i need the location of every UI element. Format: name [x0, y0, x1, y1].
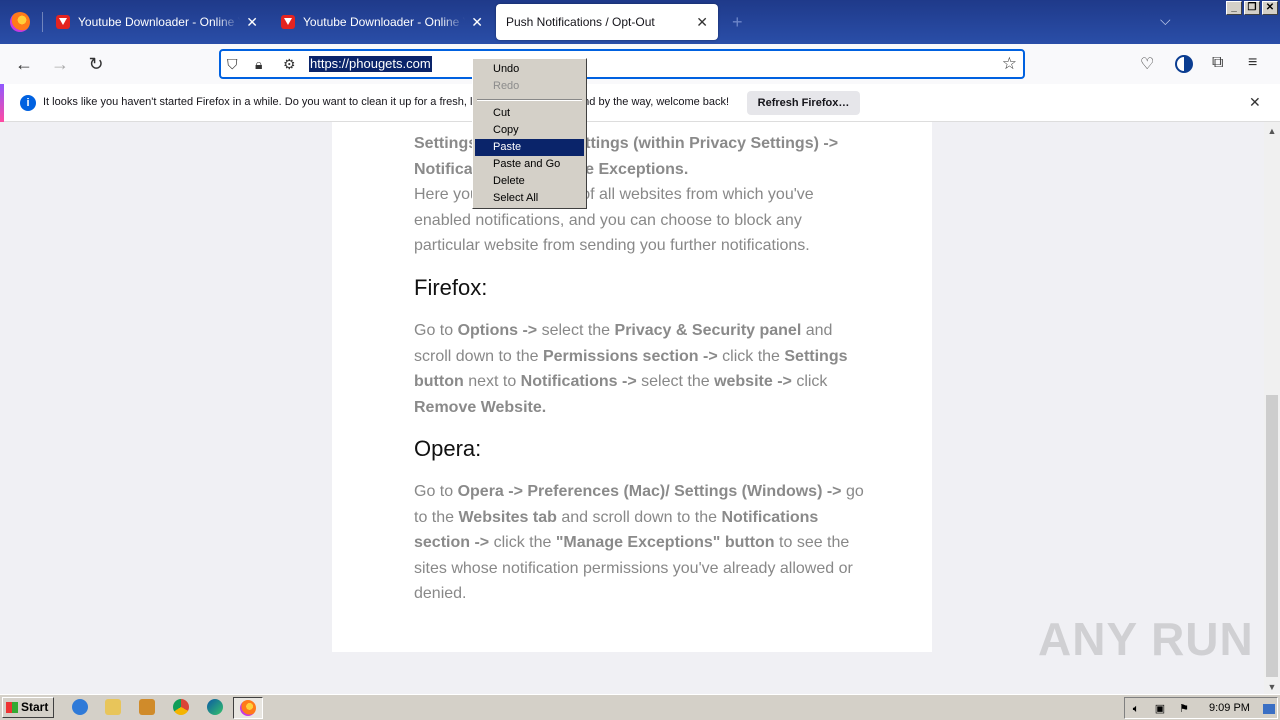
navigation-toolbar: ← → ↻ ⛉ 🔒︎ ⚙ https://phougets.com ☆ ♡ ⧉ … [0, 44, 1280, 84]
menu-item-paste[interactable]: Paste [475, 139, 584, 156]
menu-item-redo[interactable]: Redo [475, 78, 584, 95]
forward-icon[interactable]: → [48, 52, 72, 76]
pocket-icon[interactable]: ♡ [1140, 54, 1154, 74]
tab-youtube-downloader-2[interactable]: Youtube Downloader - Online Youtube ✕ [271, 4, 493, 40]
restore-button[interactable]: ❐ [1244, 1, 1260, 15]
opera-heading: Opera: [414, 436, 482, 461]
tab-push-notifications[interactable]: Push Notifications / Opt-Out ✕ [496, 4, 718, 40]
tab-label: Youtube Downloader - Online Youtube [78, 15, 240, 29]
close-window-button[interactable]: ✕ [1262, 1, 1278, 15]
menu-item-paste-and-go[interactable]: Paste and Go [475, 156, 584, 173]
volume-icon[interactable]: 🔈︎ [1129, 702, 1143, 716]
edge-icon[interactable] [207, 699, 223, 715]
scrollbar-thumb[interactable] [1266, 395, 1278, 677]
system-tray: 🔈︎ ▣ ⚑ 9:09 PM [1124, 697, 1278, 719]
info-icon: i [20, 95, 36, 111]
url-text[interactable]: https://phougets.com [309, 56, 432, 72]
firefox-icon [240, 700, 256, 716]
clock[interactable]: 9:09 PM [1209, 702, 1250, 714]
refresh-firefox-button[interactable]: Refresh Firefox… [747, 91, 860, 115]
back-icon[interactable]: ← [12, 52, 36, 76]
menu-item-undo[interactable]: Undo [475, 61, 584, 78]
window-controls: _ ❐ ✕ [1226, 1, 1278, 15]
menu-item-cut[interactable]: Cut [475, 105, 584, 122]
anyrun-watermark: ANY RUN [1038, 613, 1254, 665]
url-bar[interactable]: ⛉ 🔒︎ ⚙ https://phougets.com ☆ [219, 49, 1025, 79]
reload-icon[interactable]: ↻ [84, 52, 108, 76]
media-player-icon[interactable] [139, 699, 155, 715]
permissions-icon[interactable]: ⚙ [283, 56, 296, 73]
new-tab-icon[interactable]: + [732, 12, 743, 33]
youtube-downloader-favicon-icon [56, 15, 70, 29]
lock-icon[interactable]: 🔒︎ [255, 56, 262, 73]
contrast-extension-icon[interactable] [1175, 55, 1193, 73]
internet-explorer-icon[interactable] [72, 699, 88, 715]
opera-instructions-paragraph: Go to Opera -> Preferences (Mac)/ Settin… [414, 483, 864, 602]
close-tab-icon[interactable]: ✕ [471, 14, 483, 31]
menu-item-delete[interactable]: Delete [475, 173, 584, 190]
tab-separator [42, 12, 43, 32]
tracking-protection-shield-icon[interactable]: ⛉ [227, 56, 238, 73]
vertical-scrollbar[interactable]: ▲ ▼ [1264, 122, 1280, 694]
tab-youtube-downloader-1[interactable]: Youtube Downloader - Online Youtube ✕ [46, 4, 268, 40]
article-card: Settings -> Content Settings (within Pri… [332, 122, 932, 652]
chrome-icon[interactable] [173, 699, 189, 715]
scroll-up-arrow-icon[interactable]: ▲ [1264, 126, 1280, 136]
refresh-notification-bar: i It looks like you haven't started Fire… [0, 84, 1280, 122]
show-desktop-icon[interactable] [1263, 704, 1275, 714]
firefox-taskbar-button[interactable] [233, 697, 263, 719]
close-tab-icon[interactable]: ✕ [246, 14, 258, 31]
file-explorer-folder-icon[interactable] [105, 699, 121, 715]
minimize-button[interactable]: _ [1226, 1, 1242, 15]
close-tab-icon[interactable]: ✕ [696, 14, 708, 31]
menu-separator [477, 99, 582, 101]
menu-hamburger-icon[interactable]: ≡ [1248, 54, 1257, 72]
scroll-down-arrow-icon[interactable]: ▼ [1264, 682, 1280, 692]
firefox-heading: Firefox: [414, 275, 488, 300]
taskbar: Start 🔈︎ ▣ ⚑ 9:09 PM [0, 694, 1280, 720]
network-icon[interactable]: ▣ [1153, 702, 1167, 716]
menu-item-copy[interactable]: Copy [475, 122, 584, 139]
action-center-flag-icon[interactable]: ⚑ [1177, 702, 1191, 716]
close-notification-icon[interactable]: ✕ [1249, 94, 1261, 111]
youtube-downloader-favicon-icon [281, 15, 295, 29]
firefox-instructions-paragraph: Go to Options -> select the Privacy & Se… [414, 322, 848, 416]
notification-text: It looks like you haven't started Firefo… [43, 96, 730, 108]
list-all-tabs-chevron-icon[interactable]: ⌵ [1160, 12, 1171, 29]
tab-strip: Youtube Downloader - Online Youtube ✕ Yo… [0, 0, 1280, 44]
bookmark-star-icon[interactable]: ☆ [1002, 54, 1017, 74]
tab-label: Push Notifications / Opt-Out [506, 15, 655, 29]
firefox-logo-icon[interactable] [10, 12, 30, 32]
menu-item-select-all[interactable]: Select All [475, 190, 584, 207]
extensions-icon[interactable]: ⧉ [1212, 54, 1223, 72]
start-button[interactable]: Start [2, 697, 54, 718]
url-context-menu: Undo Redo Cut Copy Paste Paste and Go De… [472, 58, 587, 209]
page-viewport: Settings -> Content Settings (within Pri… [0, 122, 1264, 694]
tab-label: Youtube Downloader - Online Youtube [303, 15, 465, 29]
